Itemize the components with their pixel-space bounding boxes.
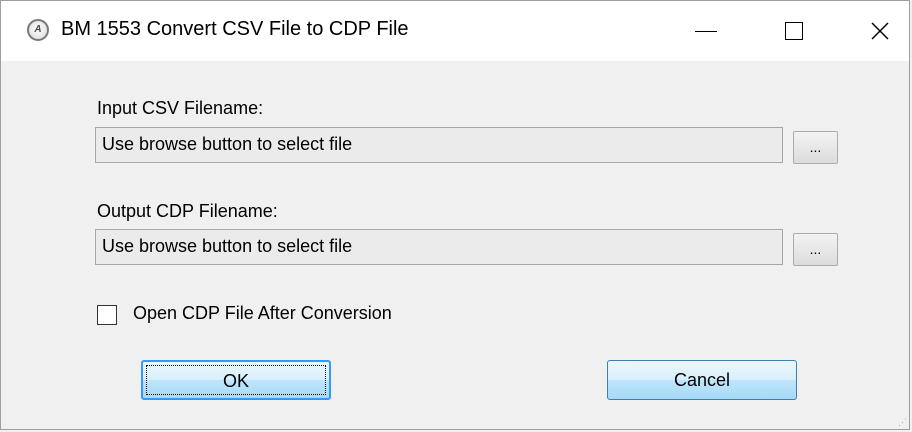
focus-rectangle bbox=[146, 365, 326, 395]
ok-button[interactable]: OK bbox=[141, 360, 331, 400]
output-browse-button[interactable]: ... bbox=[793, 233, 838, 266]
minimize-icon bbox=[695, 30, 717, 32]
maximize-icon bbox=[785, 22, 803, 40]
maximize-button[interactable] bbox=[759, 1, 829, 61]
close-icon bbox=[871, 22, 889, 40]
input-csv-field[interactable]: Use browse button to select file bbox=[95, 127, 783, 163]
dialog-window: A BM 1553 Convert CSV File to CDP File I… bbox=[0, 0, 910, 430]
input-csv-label: Input CSV Filename: bbox=[97, 98, 264, 118]
minimize-button[interactable] bbox=[671, 1, 741, 61]
app-logo-icon[interactable]: A bbox=[27, 19, 49, 41]
input-browse-button[interactable]: ... bbox=[793, 131, 838, 164]
cancel-button-label: Cancel bbox=[673, 370, 731, 390]
open-after-checkbox[interactable] bbox=[97, 305, 117, 325]
output-cdp-field[interactable]: Use browse button to select file bbox=[95, 229, 783, 265]
title-bar[interactable]: A BM 1553 Convert CSV File to CDP File bbox=[1, 1, 909, 61]
resize-grip-icon[interactable]: ⋰ bbox=[898, 418, 907, 427]
output-cdp-label: Output CDP Filename: bbox=[97, 201, 278, 221]
window-title: BM 1553 Convert CSV File to CDP File bbox=[61, 18, 409, 40]
open-after-label[interactable]: Open CDP File After Conversion bbox=[133, 303, 392, 324]
cancel-button[interactable]: Cancel bbox=[607, 360, 797, 400]
close-button[interactable] bbox=[845, 1, 912, 61]
